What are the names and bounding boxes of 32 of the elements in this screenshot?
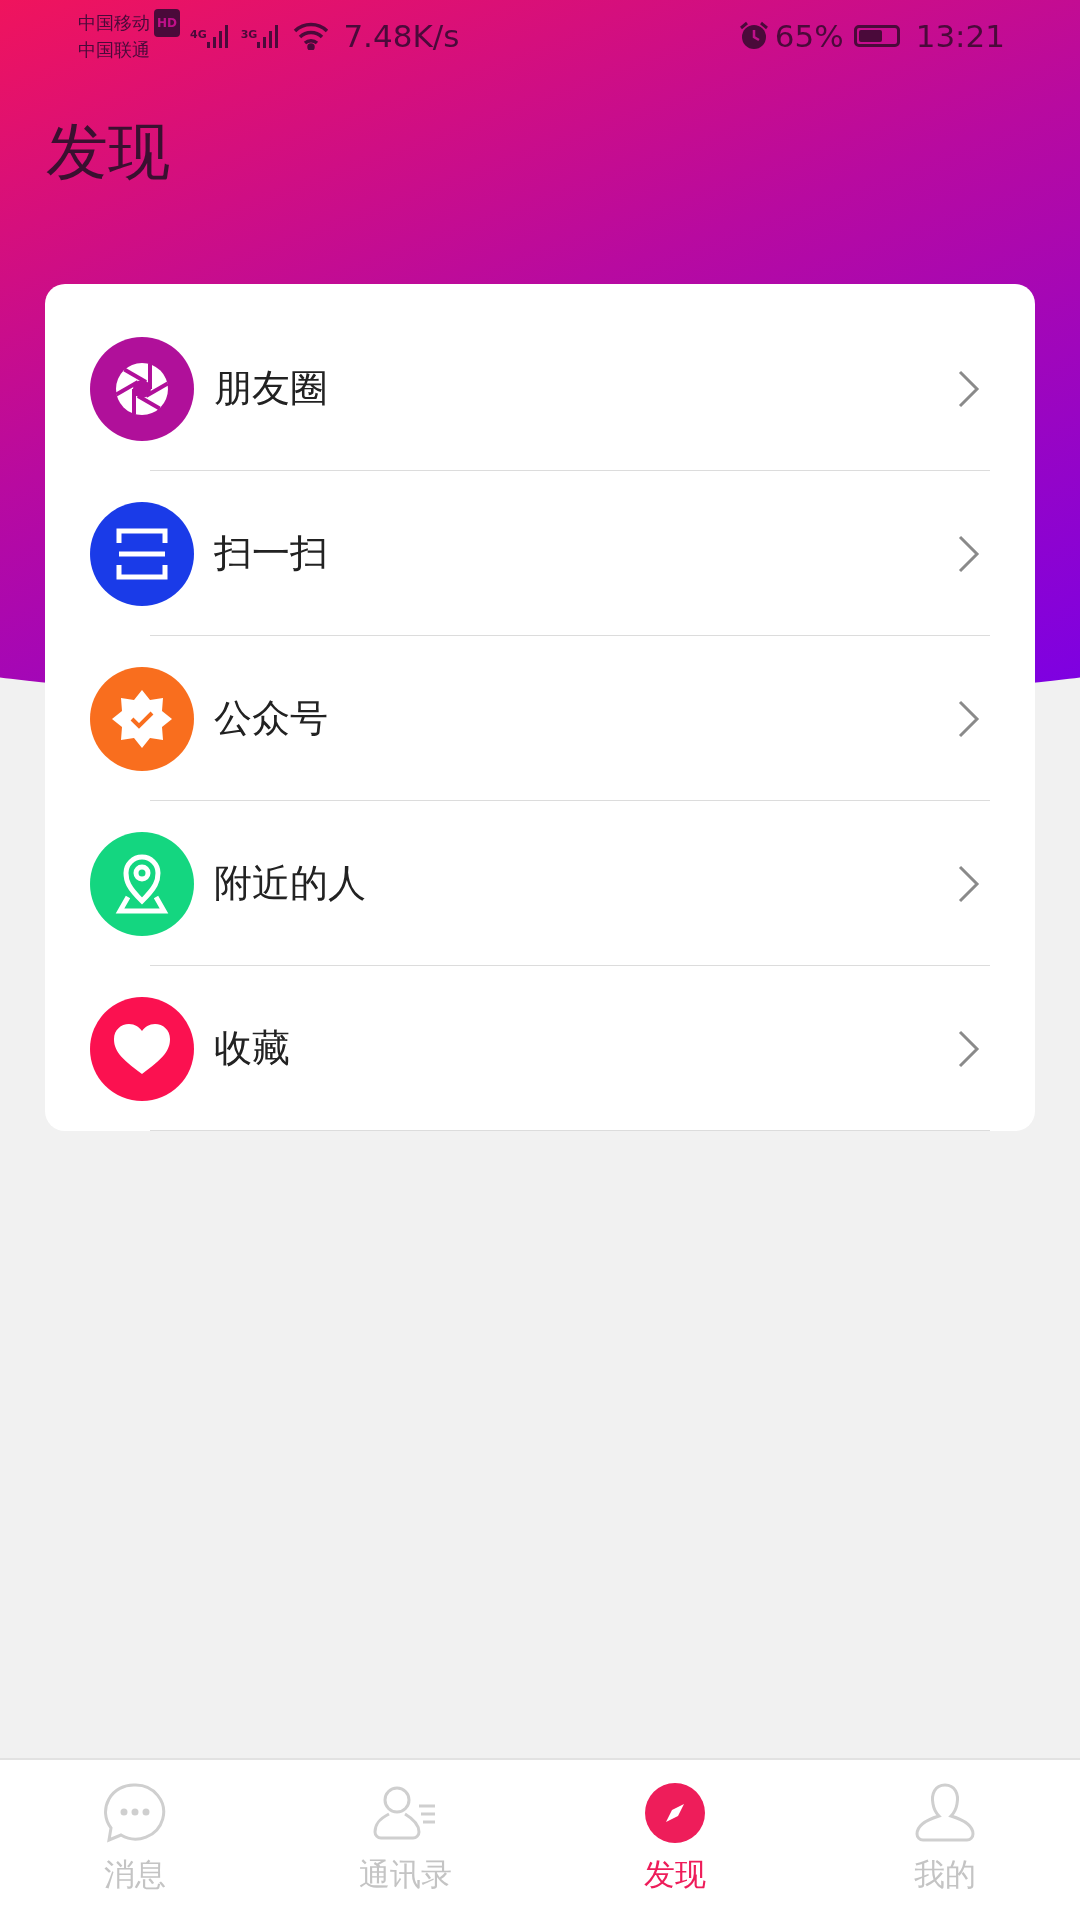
contacts-icon bbox=[373, 1784, 437, 1842]
network-type: 4G bbox=[190, 28, 207, 41]
carrier-name: 中国移动 bbox=[78, 11, 150, 35]
chat-bubble-icon bbox=[104, 1782, 166, 1844]
battery-icon bbox=[853, 25, 900, 47]
chevron-right-icon bbox=[958, 369, 980, 408]
carrier-name: 中国联通 bbox=[78, 38, 151, 62]
chevron-right-icon bbox=[958, 534, 980, 573]
network-speed: 7.48K/s bbox=[343, 18, 460, 54]
battery-percent: 65% bbox=[774, 18, 844, 54]
menu-item[interactable]: 扫一扫 bbox=[45, 471, 1035, 636]
location-pin-icon bbox=[114, 852, 170, 915]
chevron-right-icon bbox=[958, 1029, 980, 1068]
scan-icon bbox=[115, 526, 169, 581]
chevron-right-icon bbox=[958, 699, 980, 738]
wifi-icon bbox=[293, 22, 330, 50]
aperture-icon bbox=[115, 361, 169, 416]
menu-item[interactable]: 公众号 bbox=[45, 636, 1035, 801]
menu-item[interactable]: 收藏 bbox=[45, 966, 1035, 1131]
menu-item[interactable]: 朋友圈 bbox=[45, 306, 1035, 471]
compass-icon bbox=[644, 1782, 706, 1844]
alarm-icon bbox=[738, 21, 769, 51]
hd-badge: HD bbox=[154, 9, 180, 37]
tab[interactable]: 发现 bbox=[540, 1760, 810, 1920]
page-title: 发现 bbox=[46, 114, 171, 190]
chevron-right-icon bbox=[958, 864, 980, 903]
clock-time: 13:21 bbox=[915, 18, 1005, 54]
person-icon bbox=[914, 1782, 976, 1844]
network-type: 3G bbox=[240, 28, 258, 41]
signal-icon bbox=[206, 24, 231, 48]
menu-item[interactable]: 附近的人 bbox=[45, 801, 1035, 966]
heart-icon bbox=[112, 1021, 172, 1076]
